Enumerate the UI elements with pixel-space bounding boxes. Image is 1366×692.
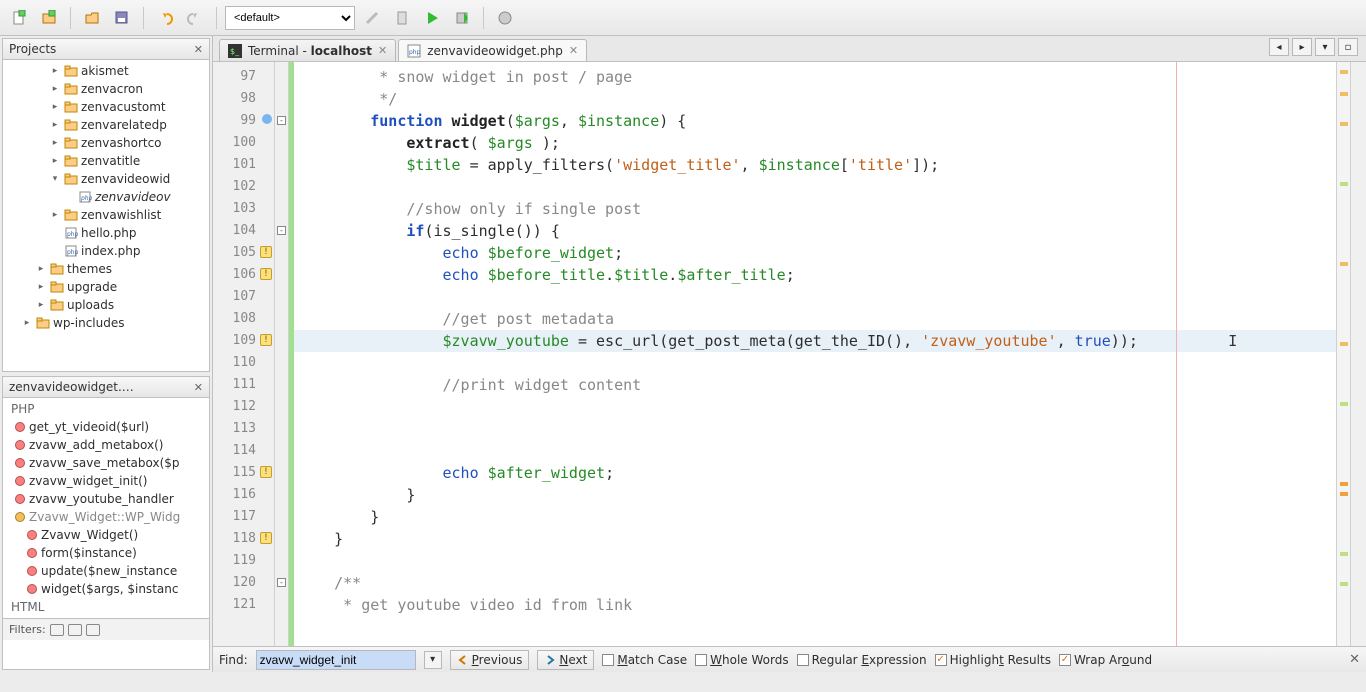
code-area[interactable]: * snow widget in post / page */ function…: [294, 62, 1336, 646]
find-bar: Find: ▾ Previous Next Match Case Whole W…: [213, 646, 1366, 672]
find-next-button[interactable]: Next: [537, 650, 594, 670]
build-icon[interactable]: [359, 5, 385, 31]
navigator-item[interactable]: Zvavw_Widget::WP_Widg: [7, 508, 205, 526]
maximize-icon[interactable]: ▫: [1338, 38, 1358, 56]
regex-checkbox[interactable]: Regular Expression: [797, 653, 927, 667]
navigator-item[interactable]: zvavw_save_metabox($p: [7, 454, 205, 472]
filters-label: Filters:: [9, 623, 46, 636]
project-tree[interactable]: ▸akismet▸zenvacron▸zenvacustomt▸zenvarel…: [3, 60, 209, 371]
run-icon[interactable]: [419, 5, 445, 31]
tree-item[interactable]: phphello.php: [3, 224, 209, 242]
tree-item[interactable]: ▸uploads: [3, 296, 209, 314]
svg-text:php: php: [67, 249, 78, 256]
projects-panel: Projects ✕ ▸akismet▸zenvacron▸zenvacusto…: [2, 38, 210, 372]
undo-icon[interactable]: [152, 5, 178, 31]
tree-item[interactable]: ▸zenvatitle: [3, 152, 209, 170]
editor-tab[interactable]: phpzenvavideowidget.php✕: [398, 39, 587, 61]
run-config-select[interactable]: <default>: [225, 6, 355, 30]
tab-close-icon[interactable]: ✕: [569, 44, 578, 57]
svg-text:php: php: [80, 195, 92, 202]
tree-item[interactable]: ▸zenvashortco: [3, 134, 209, 152]
line-gutter: 979899100101102103104105!106!107108109!1…: [213, 62, 275, 646]
redo-icon[interactable]: [182, 5, 208, 31]
highlight-checkbox[interactable]: ✓Highlight Results: [935, 653, 1051, 667]
tab-list-icon[interactable]: ▾: [1315, 38, 1335, 56]
find-history-icon[interactable]: ▾: [424, 651, 442, 669]
tree-item[interactable]: ▸wp-includes: [3, 314, 209, 332]
tree-item[interactable]: ▸akismet: [3, 62, 209, 80]
code-editor[interactable]: 979899100101102103104105!106!107108109!1…: [213, 62, 1366, 646]
clean-icon[interactable]: [389, 5, 415, 31]
fold-strip[interactable]: ---: [275, 62, 289, 646]
save-all-icon[interactable]: [109, 5, 135, 31]
editor-tabs: $_Terminal - localhost✕phpzenvavideowidg…: [213, 36, 1366, 62]
whole-words-checkbox[interactable]: Whole Words: [695, 653, 788, 667]
wrap-checkbox[interactable]: ✓Wrap Around: [1059, 653, 1152, 667]
navigator-title: zenvavideowidget.…: [9, 380, 134, 394]
navigator-item[interactable]: zvavw_widget_init(): [7, 472, 205, 490]
tab-close-icon[interactable]: ✕: [378, 44, 387, 57]
navigator-item[interactable]: update($new_instance: [7, 562, 205, 580]
tree-item[interactable]: phpzenvavideov: [3, 188, 209, 206]
tree-item[interactable]: ▸themes: [3, 260, 209, 278]
filter-icon[interactable]: [50, 624, 64, 636]
tab-scroll-right-icon[interactable]: ▸: [1292, 38, 1312, 56]
margin-line: [1176, 62, 1177, 646]
svg-text:$_: $_: [230, 47, 240, 56]
navigator-list[interactable]: PHPget_yt_videoid($url)zvavw_add_metabox…: [3, 398, 209, 618]
new-file-icon[interactable]: [6, 5, 32, 31]
profile-icon[interactable]: [492, 5, 518, 31]
open-icon[interactable]: [79, 5, 105, 31]
filter-icon[interactable]: [68, 624, 82, 636]
vertical-scrollbar[interactable]: [1350, 62, 1366, 646]
tab-scroll-left-icon[interactable]: ◂: [1269, 38, 1289, 56]
close-icon[interactable]: ✕: [194, 43, 203, 56]
navigator-panel: zenvavideowidget.… ✕ PHPget_yt_videoid($…: [2, 376, 210, 670]
navigator-item[interactable]: zvavw_add_metabox(): [7, 436, 205, 454]
editor-tab[interactable]: $_Terminal - localhost✕: [219, 39, 396, 61]
navigator-item[interactable]: zvavw_youtube_handler: [7, 490, 205, 508]
find-label: Find:: [219, 653, 248, 667]
tree-item[interactable]: ▾zenvavideowid: [3, 170, 209, 188]
svg-text:php: php: [67, 231, 78, 238]
close-icon[interactable]: ✕: [1349, 652, 1360, 667]
main-toolbar: <default>: [0, 0, 1366, 36]
tree-item[interactable]: ▸zenvacustomt: [3, 98, 209, 116]
navigator-item[interactable]: form($instance): [7, 544, 205, 562]
tree-item[interactable]: ▸zenvarelatedp: [3, 116, 209, 134]
new-project-icon[interactable]: [36, 5, 62, 31]
match-case-checkbox[interactable]: Match Case: [602, 653, 687, 667]
navigator-item[interactable]: get_yt_videoid($url): [7, 418, 205, 436]
svg-text:php: php: [409, 49, 421, 56]
tree-item[interactable]: phpindex.php: [3, 242, 209, 260]
tree-item[interactable]: ▸zenvawishlist: [3, 206, 209, 224]
debug-icon[interactable]: [449, 5, 475, 31]
projects-title: Projects: [9, 42, 56, 56]
tree-item[interactable]: ▸zenvacron: [3, 80, 209, 98]
navigator-item[interactable]: Zvavw_Widget(): [7, 526, 205, 544]
error-strip[interactable]: [1336, 62, 1350, 646]
find-prev-button[interactable]: Previous: [450, 650, 530, 670]
tree-item[interactable]: ▸upgrade: [3, 278, 209, 296]
filters-bar: Filters:: [3, 618, 209, 640]
close-icon[interactable]: ✕: [194, 381, 203, 394]
navigator-item[interactable]: widget($args, $instanc: [7, 580, 205, 598]
filter-icon[interactable]: [86, 624, 100, 636]
find-input[interactable]: [256, 650, 416, 670]
